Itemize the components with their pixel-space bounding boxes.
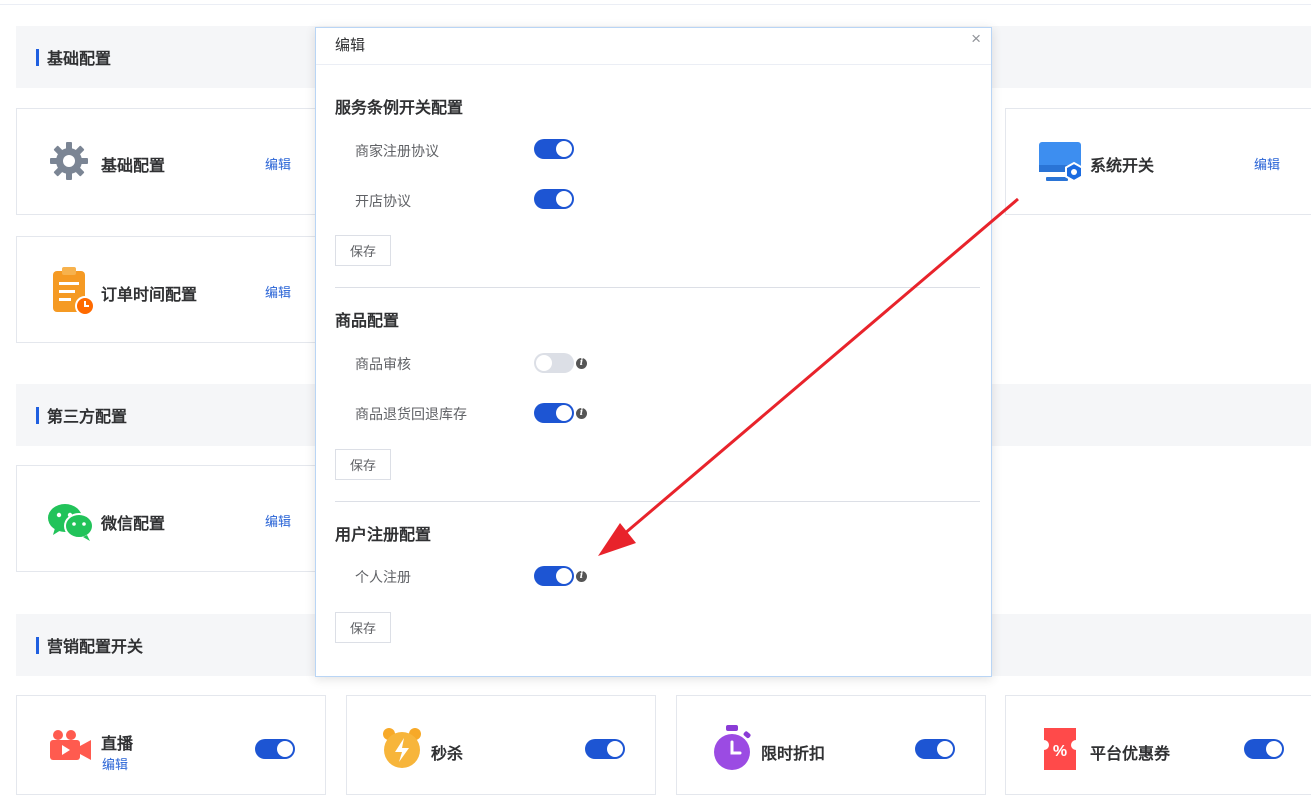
card-system-switch: 系统开关 编辑 — [1005, 108, 1311, 215]
section-divider — [335, 287, 980, 288]
card-label: 订单时间配置 — [101, 287, 198, 304]
info-icon[interactable]: i — [576, 358, 587, 369]
top-divider — [0, 4, 1311, 5]
monitor-settings-icon — [1038, 141, 1086, 192]
info-icon[interactable]: i — [576, 408, 587, 419]
card-label: 直播 — [101, 736, 134, 753]
card-label: 基础配置 — [101, 158, 166, 175]
card-seckill: 秒杀 — [346, 695, 656, 795]
merchant-register-agreement-toggle[interactable] — [534, 139, 574, 159]
close-icon[interactable]: × — [971, 29, 981, 49]
edit-dialog: 编辑 × 服务条例开关配置 商家注册协议 开店协议 保存 商品配置 商品审核 i… — [315, 27, 992, 677]
platform-coupon-toggle[interactable] — [1244, 739, 1284, 759]
card-label: 微信配置 — [101, 516, 166, 533]
return-restock-toggle[interactable] — [534, 403, 574, 423]
dialog-header-divider — [316, 64, 991, 65]
dialog-title: 编辑 — [335, 37, 366, 54]
store-agreement-label: 开店协议 — [355, 193, 411, 209]
clipboard-clock-icon — [51, 266, 95, 321]
goods-review-label: 商品审核 — [355, 356, 411, 372]
store-agreement-toggle[interactable] — [534, 189, 574, 209]
merchant-register-agreement-label: 商家注册协议 — [355, 143, 439, 159]
card-label: 限时折扣 — [761, 746, 826, 763]
edit-link[interactable]: 编辑 — [265, 282, 291, 301]
card-live: 直播 编辑 — [16, 695, 326, 795]
return-restock-label: 商品退货回退库存 — [355, 406, 467, 422]
svg-text:%: % — [1053, 743, 1067, 760]
edit-link[interactable]: 编辑 — [265, 154, 291, 173]
section-marker — [36, 636, 39, 654]
personal-register-label: 个人注册 — [355, 569, 411, 585]
service-terms-section-title: 服务条例开关配置 — [335, 100, 464, 117]
edit-link[interactable]: 编辑 — [265, 511, 291, 530]
time-discount-toggle[interactable] — [915, 739, 955, 759]
user-register-section-title: 用户注册配置 — [335, 527, 432, 544]
info-icon[interactable]: i — [576, 571, 587, 582]
section-title: 基础配置 — [47, 51, 112, 68]
section-title: 营销配置开关 — [47, 639, 144, 656]
video-camera-icon — [49, 728, 93, 769]
edit-link[interactable]: 编辑 — [1254, 154, 1280, 173]
personal-register-toggle[interactable] — [534, 566, 574, 586]
save-button[interactable]: 保存 — [335, 449, 391, 480]
card-label: 系统开关 — [1090, 158, 1155, 175]
coupon-percent-icon: % — [1040, 726, 1080, 777]
section-title: 第三方配置 — [47, 409, 128, 426]
section-marker — [36, 406, 39, 424]
stopwatch-icon — [711, 724, 753, 777]
goods-review-toggle[interactable] — [534, 353, 574, 373]
live-toggle[interactable] — [255, 739, 295, 759]
section-divider — [335, 501, 980, 502]
card-basic-config: 基础配置 编辑 — [16, 108, 326, 215]
alarm-clock-icon — [381, 726, 423, 775]
card-label: 平台优惠券 — [1090, 746, 1171, 763]
wechat-icon — [47, 502, 95, 547]
save-button[interactable]: 保存 — [335, 612, 391, 643]
gear-icon — [49, 141, 89, 186]
seckill-toggle[interactable] — [585, 739, 625, 759]
card-wechat-config: 微信配置 编辑 — [16, 465, 326, 572]
card-platform-coupon: % 平台优惠券 — [1005, 695, 1311, 795]
card-order-time-config: 订单时间配置 编辑 — [16, 236, 326, 343]
edit-link[interactable]: 编辑 — [102, 754, 128, 773]
goods-section-title: 商品配置 — [335, 313, 400, 330]
card-label: 秒杀 — [431, 746, 464, 763]
save-button[interactable]: 保存 — [335, 235, 391, 266]
card-time-discount: 限时折扣 — [676, 695, 986, 795]
section-marker — [36, 48, 39, 66]
